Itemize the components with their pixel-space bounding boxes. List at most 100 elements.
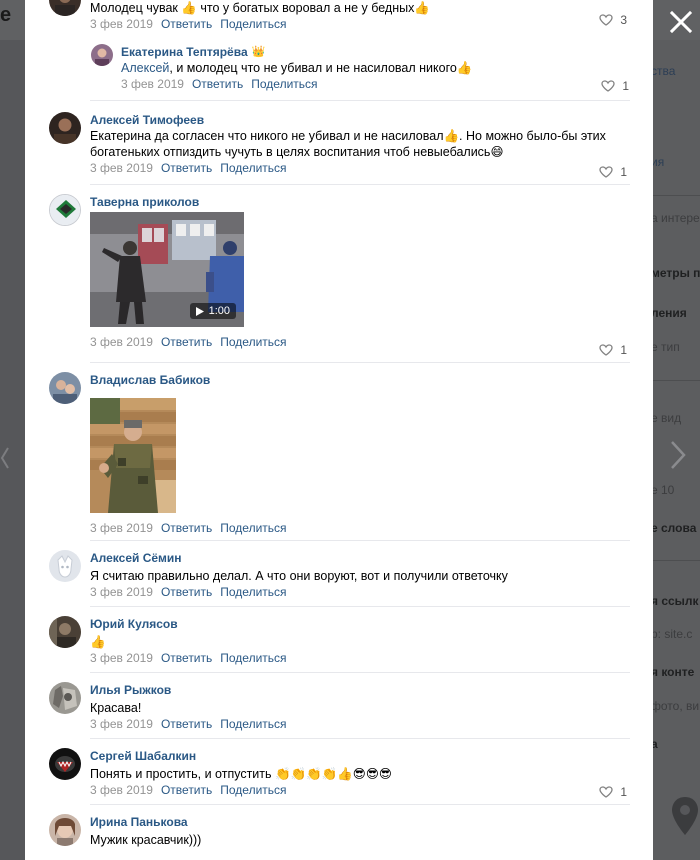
divider xyxy=(90,100,630,101)
like-count: 1 xyxy=(620,165,627,179)
heart-icon xyxy=(599,344,613,356)
avatar[interactable] xyxy=(49,616,81,648)
comment-date: 3 фев 2019 xyxy=(90,161,153,175)
share-link[interactable]: Поделиться xyxy=(220,160,286,176)
share-link[interactable]: Поделиться xyxy=(220,520,286,536)
next-arrow-icon[interactable] xyxy=(668,440,688,473)
share-link[interactable]: Поделиться xyxy=(220,16,286,32)
background-divider xyxy=(653,195,700,196)
reply-link[interactable]: Ответить xyxy=(161,584,212,600)
comment-author[interactable]: Сергей Шабалкин xyxy=(90,748,630,764)
background-sidebar-line: ства xyxy=(651,64,676,78)
background-sidebar-line: ления xyxy=(651,306,687,320)
comment-text: Понять и простить, и отпустить 👏👏👏👏👍😎😎😎 xyxy=(90,767,392,781)
comment-meta: 3 фев 2019 Ответить Поделиться xyxy=(90,160,630,176)
background-sidebar-line: метры по xyxy=(651,266,700,280)
comment-meta: 3 фев 2019 Ответить Поделиться xyxy=(90,334,630,350)
comment-text: 👍 xyxy=(90,635,106,649)
reply-link[interactable]: Ответить xyxy=(161,16,212,32)
divider xyxy=(90,606,630,607)
background-sidebar-line: е вид xyxy=(651,411,682,425)
comment-date: 3 фев 2019 xyxy=(90,521,153,535)
like-count: 1 xyxy=(622,79,629,93)
background-sidebar-line: р: site.c xyxy=(651,627,693,641)
video-duration-badge: 1:00 xyxy=(189,303,236,319)
author-name[interactable]: Екатерина Тептярёва xyxy=(121,44,248,60)
reply-link[interactable]: Ответить xyxy=(161,520,212,536)
like-count: 1 xyxy=(620,343,627,357)
comment-meta: 3 фев 2019 Ответить Поделиться xyxy=(90,520,630,536)
like-button[interactable]: 3 xyxy=(599,13,627,27)
background-divider xyxy=(653,380,700,381)
like-button[interactable]: 1 xyxy=(599,785,627,799)
comment-text-body: , и молодец что не убивал и не насиловал… xyxy=(169,61,473,75)
comment-author[interactable]: Алексей Тимофеев xyxy=(90,112,630,128)
comment-date: 3 фев 2019 xyxy=(90,585,153,599)
close-icon[interactable] xyxy=(667,8,695,36)
comment-meta: 3 фев 2019 Ответить Поделиться xyxy=(90,584,630,600)
background-sidebar-line: фото, ви xyxy=(651,699,700,713)
comment-author[interactable]: Юрий Кулясов xyxy=(90,616,630,632)
video-thumbnail[interactable]: 1:00 xyxy=(90,212,244,327)
reply-link[interactable]: Ответить xyxy=(161,716,212,732)
comment-author[interactable]: Владислав Бабиков xyxy=(90,372,630,388)
like-count: 3 xyxy=(620,13,627,27)
comment-author[interactable]: Екатерина Тептярёва 👑 xyxy=(121,44,621,60)
avatar[interactable] xyxy=(49,112,81,144)
reply-link[interactable]: Ответить xyxy=(161,650,212,666)
comment-author[interactable]: Таверна приколов xyxy=(90,194,630,210)
comment-date: 3 фев 2019 xyxy=(90,17,153,31)
heart-icon xyxy=(599,14,613,26)
reply-link[interactable]: Ответить xyxy=(161,160,212,176)
comment-meta: 3 фев 2019 Ответить Поделиться xyxy=(121,76,621,92)
share-link[interactable]: Поделиться xyxy=(251,76,317,92)
like-button[interactable]: 1 xyxy=(599,343,627,357)
divider xyxy=(90,362,630,363)
background-sidebar-line: я ссылк xyxy=(651,594,699,608)
mention-link[interactable]: Алексей xyxy=(121,61,169,75)
heart-icon xyxy=(599,166,613,178)
comment-text: Я считаю правильно делал. А что они вору… xyxy=(90,569,508,583)
divider xyxy=(90,540,630,541)
reply-link[interactable]: Ответить xyxy=(161,782,212,798)
comments-modal: Молодец чувак 👍 что у богатых воровал а … xyxy=(25,0,653,860)
share-link[interactable]: Поделиться xyxy=(220,716,286,732)
comment-meta: 3 фев 2019 Ответить Поделиться xyxy=(90,650,630,666)
previous-arrow-icon[interactable] xyxy=(0,446,10,473)
divider xyxy=(90,804,630,805)
avatar[interactable] xyxy=(49,682,81,714)
avatar[interactable] xyxy=(49,748,81,780)
like-button[interactable]: 1 xyxy=(601,79,629,93)
share-link[interactable]: Поделиться xyxy=(220,782,286,798)
video-duration: 1:00 xyxy=(208,305,230,317)
background-sidebar-line: е слова xyxy=(651,521,697,535)
avatar[interactable] xyxy=(49,814,81,846)
divider xyxy=(90,738,630,739)
comment-author[interactable]: Алексей Сёмин xyxy=(90,550,630,566)
reply-link[interactable]: Ответить xyxy=(161,334,212,350)
photo-attachment[interactable] xyxy=(90,398,176,513)
background-sidebar-line: а интере xyxy=(651,211,700,225)
avatar[interactable] xyxy=(49,550,81,582)
comment-date: 3 фев 2019 xyxy=(90,335,153,349)
share-link[interactable]: Поделиться xyxy=(220,584,286,600)
heart-icon xyxy=(601,80,615,92)
share-link[interactable]: Поделиться xyxy=(220,334,286,350)
avatar[interactable] xyxy=(91,44,113,66)
avatar[interactable] xyxy=(49,194,81,226)
comment-author[interactable]: Илья Рыжков xyxy=(90,682,630,698)
avatar[interactable] xyxy=(49,0,81,16)
background-letter: е xyxy=(0,4,12,26)
play-icon xyxy=(195,306,204,316)
comment-meta: 3 фев 2019 Ответить Поделиться xyxy=(90,16,630,32)
divider xyxy=(90,672,630,673)
comment-date: 3 фев 2019 xyxy=(90,783,153,797)
reply-link[interactable]: Ответить xyxy=(192,76,243,92)
avatar[interactable] xyxy=(49,372,81,404)
comment-author[interactable]: Ирина Панькова xyxy=(90,814,630,830)
comment-text: Молодец чувак 👍 что у богатых воровал а … xyxy=(90,1,430,15)
share-link[interactable]: Поделиться xyxy=(220,650,286,666)
background-sidebar-line: е тип xyxy=(651,340,680,354)
like-count: 1 xyxy=(620,785,627,799)
like-button[interactable]: 1 xyxy=(599,165,627,179)
